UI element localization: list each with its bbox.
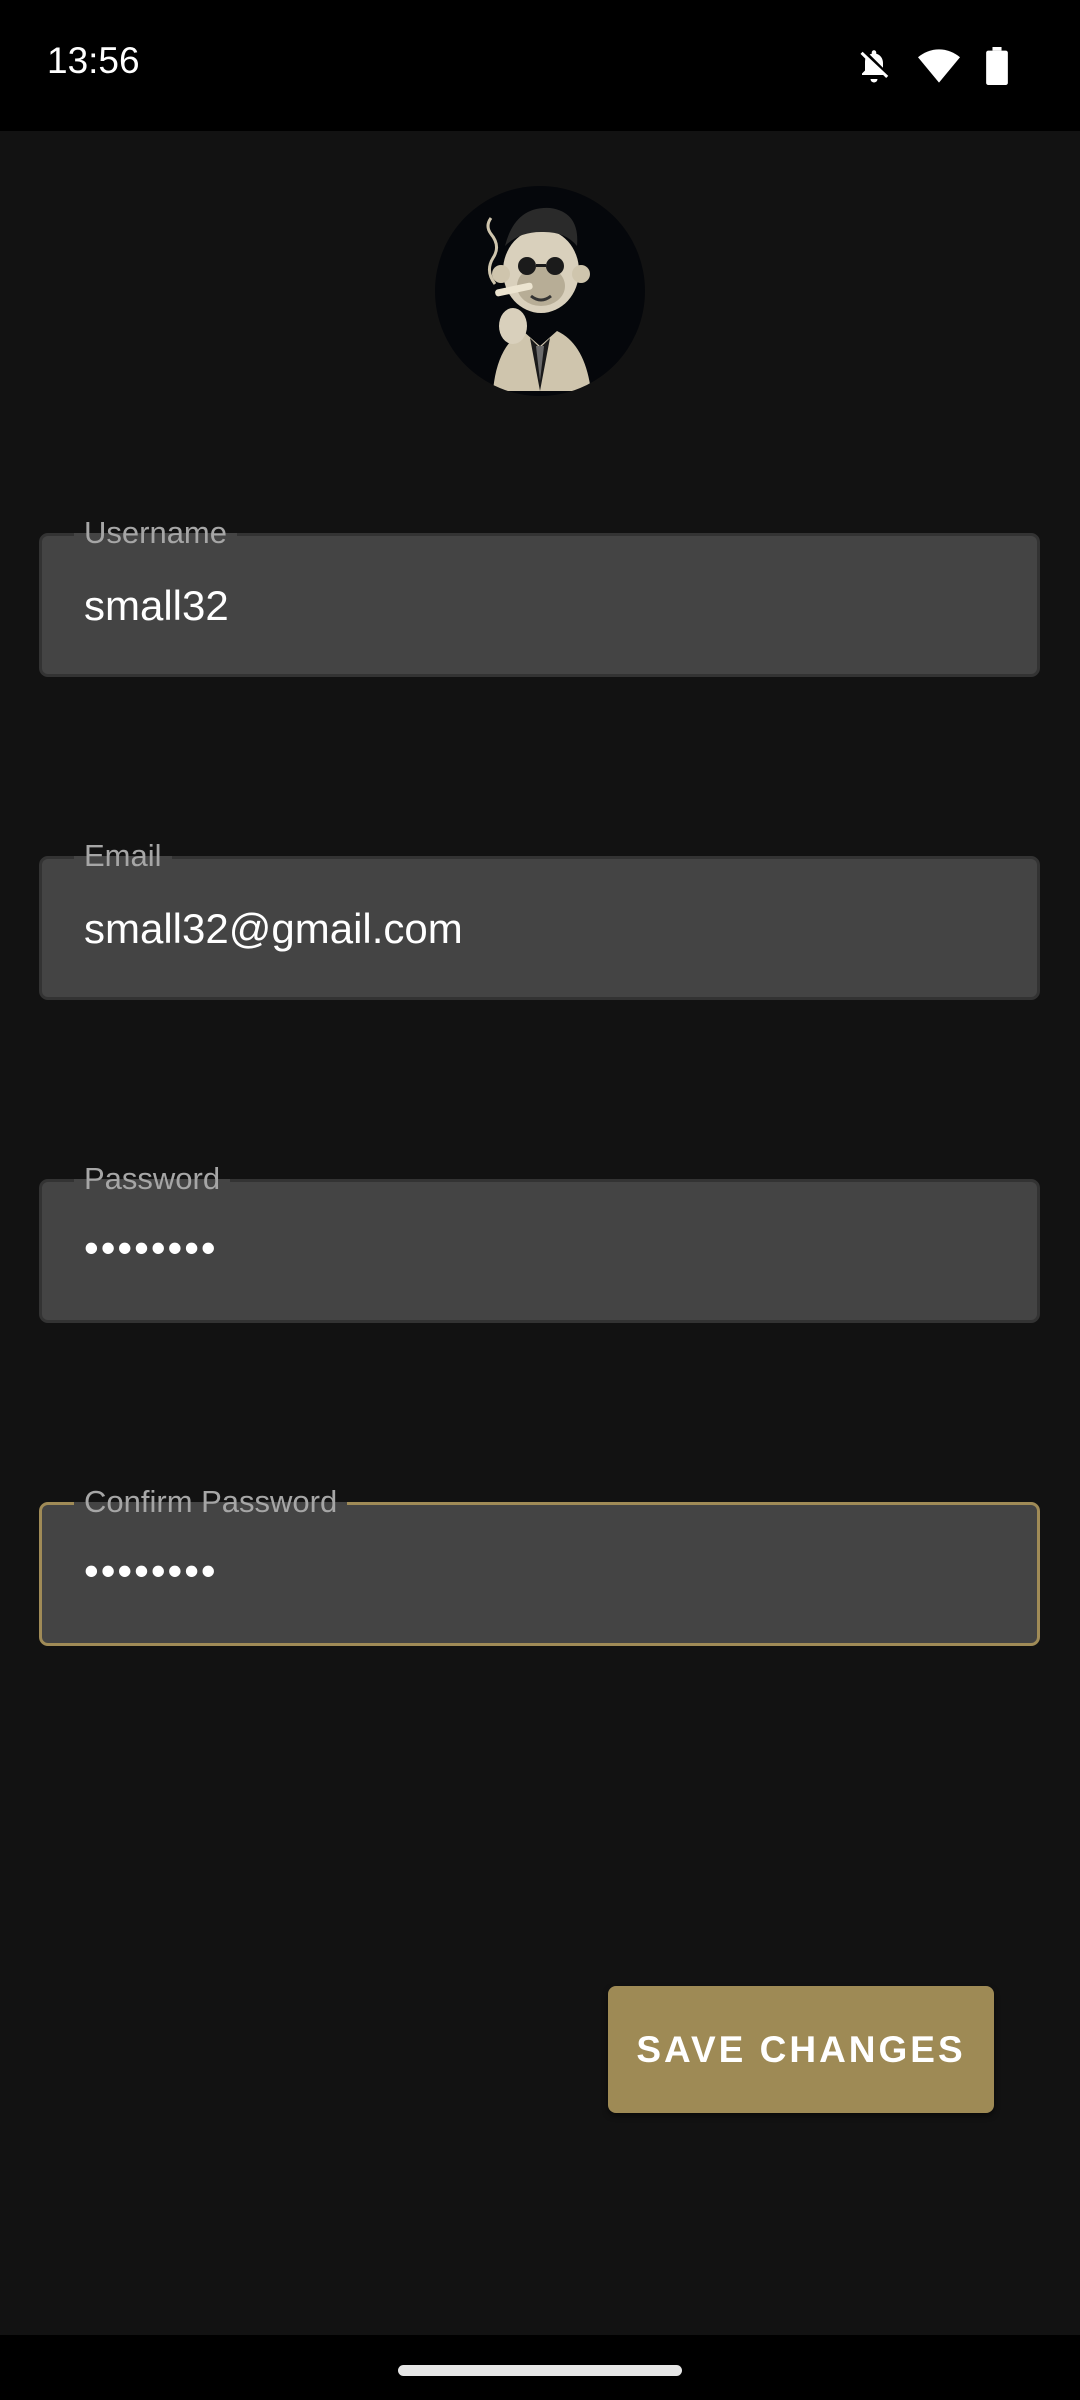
password-input[interactable]: •••••••• <box>84 1220 218 1276</box>
battery-icon <box>986 47 1008 85</box>
username-field[interactable]: Username small32 <box>39 510 1040 677</box>
confirm-password-field[interactable]: Confirm Password •••••••• <box>39 1479 1040 1646</box>
save-changes-button[interactable]: SAVE CHANGES <box>608 1986 994 2113</box>
home-gesture-handle[interactable] <box>398 2365 682 2376</box>
edit-profile-screen: 13:56 Username small32 Email small32@gma… <box>0 0 1080 2400</box>
status-time: 13:56 <box>47 40 140 81</box>
confirm-password-label: Confirm Password <box>74 1479 348 1525</box>
status-bar: 13:56 <box>0 0 1080 131</box>
wifi-icon <box>918 49 960 83</box>
status-icons <box>856 44 1008 88</box>
notifications-off-icon <box>856 46 892 86</box>
profile-avatar[interactable] <box>435 186 645 396</box>
confirm-password-input[interactable]: •••••••• <box>84 1543 218 1599</box>
password-field[interactable]: Password •••••••• <box>39 1156 1040 1323</box>
username-input[interactable]: small32 <box>84 578 229 634</box>
password-label: Password <box>74 1156 231 1202</box>
email-field[interactable]: Email small32@gmail.com <box>39 833 1040 1000</box>
username-label: Username <box>74 510 237 556</box>
monkey-avatar-icon <box>486 207 591 391</box>
email-input[interactable]: small32@gmail.com <box>84 901 463 957</box>
email-label: Email <box>74 833 172 879</box>
